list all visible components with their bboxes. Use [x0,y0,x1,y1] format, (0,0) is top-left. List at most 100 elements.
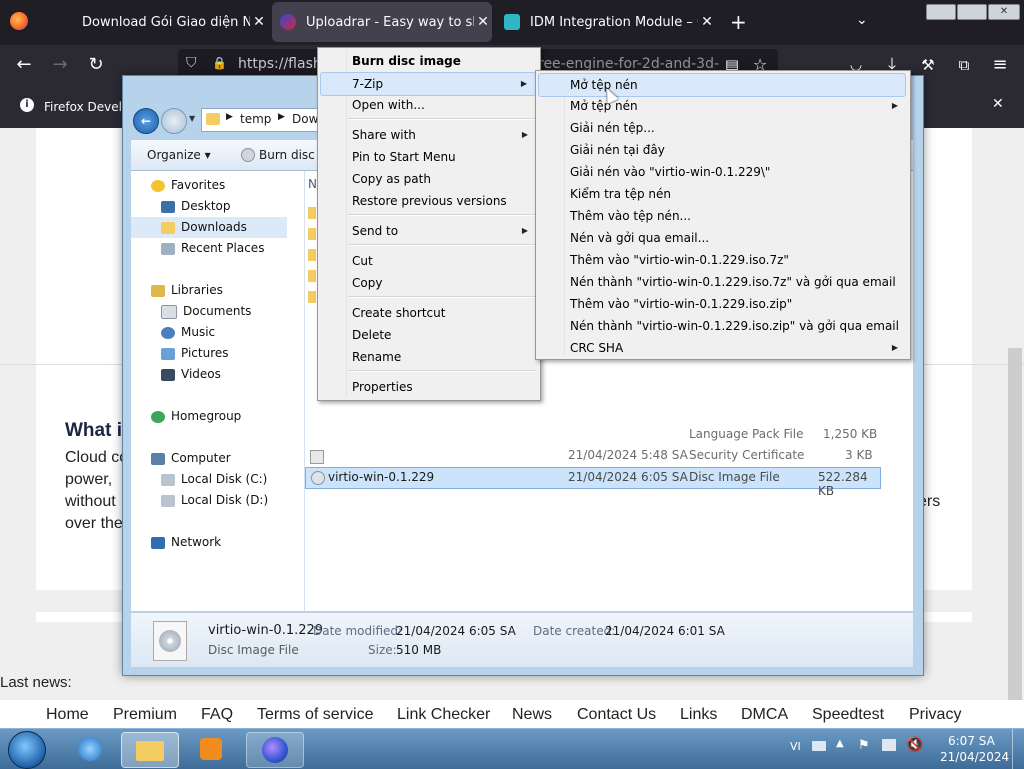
footer-link-contact[interactable]: Contact Us [577,706,656,724]
nav-homegroup[interactable]: Homegroup [131,406,323,427]
close-icon[interactable]: ✕ [992,96,1004,112]
submenu-item-extract-here[interactable]: Giải nén tại đây [538,139,906,161]
close-window-button[interactable]: ✕ [988,4,1020,20]
footer-link-speedtest[interactable]: Speedtest [812,706,884,724]
submenu-item-compress-email[interactable]: Nén và gởi qua email... [538,227,906,249]
restore-button[interactable] [957,4,987,20]
nav-downloads[interactable]: Downloads [131,217,287,238]
minimize-button[interactable] [926,4,956,20]
tab-idm[interactable]: IDM Integration Module – Get th ✕ [496,2,716,42]
extensions-icon[interactable]: ⧉ [950,51,978,79]
footer-link-dmca[interactable]: DMCA [741,706,788,724]
menu-item-cut[interactable]: Cut [320,250,536,272]
menu-item-properties[interactable]: Properties [320,376,536,398]
menu-item-create-shortcut[interactable]: Create shortcut [320,302,536,324]
submenu-item-add-to-archive[interactable]: Thêm vào tệp nén... [538,205,906,227]
menu-item-share-with[interactable]: Share with ▶ [320,124,536,146]
submenu-item-add-to-zip[interactable]: Thêm vào "virtio-win-0.1.229.iso.zip" [538,293,906,315]
close-icon[interactable]: ✕ [698,14,716,30]
footer-link-home[interactable]: Home [46,706,89,724]
nav-pictures[interactable]: Pictures [131,343,333,364]
menu-icon[interactable]: ≡ [986,51,1014,79]
nav-label: Downloads [181,220,247,234]
shield-icon[interactable]: ⛉ [186,55,197,71]
page-scrollbar[interactable] [1008,348,1022,728]
submenu-item-crc-sha[interactable]: CRC SHA ▶ [538,337,906,359]
column-header-name[interactable]: N [308,177,317,191]
submenu-item-compress-7z-email[interactable]: Nén thành "virtio-win-0.1.229.iso.7z" và… [538,271,906,293]
nav-libraries[interactable]: Libraries [131,280,323,301]
back-icon[interactable]: ← [10,51,38,79]
breadcrumb-temp[interactable]: temp [240,112,271,126]
menu-item-burn-disc-image[interactable]: Burn disc image [320,50,536,72]
nav-videos[interactable]: Videos [131,364,333,385]
file-row[interactable]: Language Pack File 1,250 KB [305,425,879,445]
menu-item-restore-previous[interactable]: Restore previous versions [320,190,536,212]
menu-item-open-with[interactable]: Open with... [320,94,536,116]
nav-music[interactable]: Music [131,322,333,343]
close-icon[interactable]: ✕ [250,14,268,30]
footer-link-link-checker[interactable]: Link Checker [397,706,490,724]
submenu-item-extract-to-folder[interactable]: Giải nén vào "virtio-win-0.1.229\" [538,161,906,183]
submenu-item-add-to-7z[interactable]: Thêm vào "virtio-win-0.1.229.iso.7z" [538,249,906,271]
footer-link-terms[interactable]: Terms of service [257,706,373,724]
forward-icon[interactable]: → [46,51,74,79]
clock-date[interactable]: 21/04/2024 [940,750,1009,764]
history-dropdown-icon[interactable]: ▼ [189,114,195,123]
new-tab-icon[interactable]: + [730,10,747,34]
start-orb-icon[interactable] [8,731,46,769]
nav-favorites[interactable]: Favorites [131,175,323,196]
submenu-item-extract-files[interactable]: Giải nén tệp... [538,117,906,139]
breadcrumb-downloads[interactable]: Dow [292,112,318,126]
organize-button[interactable]: Organize ▾ [147,148,211,162]
footer-link-privacy[interactable]: Privacy [909,706,961,724]
nav-desktop[interactable]: Desktop [131,196,333,217]
keyboard-icon[interactable] [812,741,826,751]
back-icon[interactable]: ← [133,108,159,134]
list-tabs-icon[interactable]: ⌄ [856,12,868,28]
nav-documents[interactable]: Documents [131,301,333,322]
network-tray-icon[interactable] [882,739,896,751]
menu-item-copy-as-path[interactable]: Copy as path [320,168,536,190]
burn-button[interactable]: Burn disc i [259,148,322,162]
reload-icon[interactable]: ↻ [82,51,110,79]
tab-download-goi[interactable]: Download Gói Giao diện Ngôn ✕ [48,2,268,42]
menu-item-rename[interactable]: Rename [320,346,536,368]
lock-icon[interactable]: 🔒 [212,56,227,70]
show-hidden-icons-icon[interactable]: ▲ [836,738,844,749]
clock-time[interactable]: 6:07 SA [948,734,995,748]
volume-muted-icon[interactable]: 🔇 [906,737,923,753]
menu-item-copy[interactable]: Copy [320,272,536,294]
internet-explorer-icon[interactable] [62,732,118,766]
show-desktop-button[interactable] [1012,729,1024,769]
file-row-selected[interactable]: virtio-win-0.1.229 21/04/2024 6:05 SA Di… [305,467,881,498]
language-indicator[interactable]: VI [790,740,801,753]
tab-uploadrar[interactable]: Uploadrar - Easy way to share y ✕ [272,2,492,42]
forward-icon[interactable] [161,108,187,134]
nav-recent-places[interactable]: Recent Places [131,238,333,259]
menu-item-delete[interactable]: Delete [320,324,536,346]
footer-link-premium[interactable]: Premium [113,706,177,724]
file-row[interactable]: 21/04/2024 5:48 SA Security Certificate … [305,446,879,466]
footer-link-faq[interactable]: FAQ [201,706,233,724]
footer-link-links[interactable]: Links [680,706,717,724]
submenu-item-open-archive[interactable]: Mở tệp nén [538,73,906,97]
explorer-taskbar-icon[interactable] [121,732,179,768]
footer-link-news[interactable]: News [512,706,552,724]
menu-item-pin-to-start[interactable]: Pin to Start Menu [320,146,536,168]
menu-item-7zip[interactable]: 7-Zip ▶ [320,72,536,96]
media-player-icon[interactable] [182,732,238,766]
menu-item-send-to[interactable]: Send to ▶ [320,220,536,242]
nav-local-disk-d[interactable]: Local Disk (D:) [131,490,333,511]
flag-icon[interactable]: ⚑ [858,738,870,753]
submenu-item-test-archive[interactable]: Kiểm tra tệp nén [538,183,906,205]
nav-local-disk-c[interactable]: Local Disk (C:) [131,469,333,490]
address-bar[interactable]: ▶ temp ▶ Dow [201,108,321,132]
nav-network[interactable]: Network [131,532,323,553]
nav-computer[interactable]: Computer [131,448,323,469]
firefox-icon[interactable] [246,732,304,768]
close-icon[interactable]: ✕ [474,14,492,30]
submenu-item-open-archive-sub[interactable]: Mở tệp nén ▶ [538,95,906,117]
firefox-icon[interactable] [10,12,28,30]
submenu-item-compress-zip-email[interactable]: Nén thành "virtio-win-0.1.229.iso.zip" v… [538,315,906,337]
